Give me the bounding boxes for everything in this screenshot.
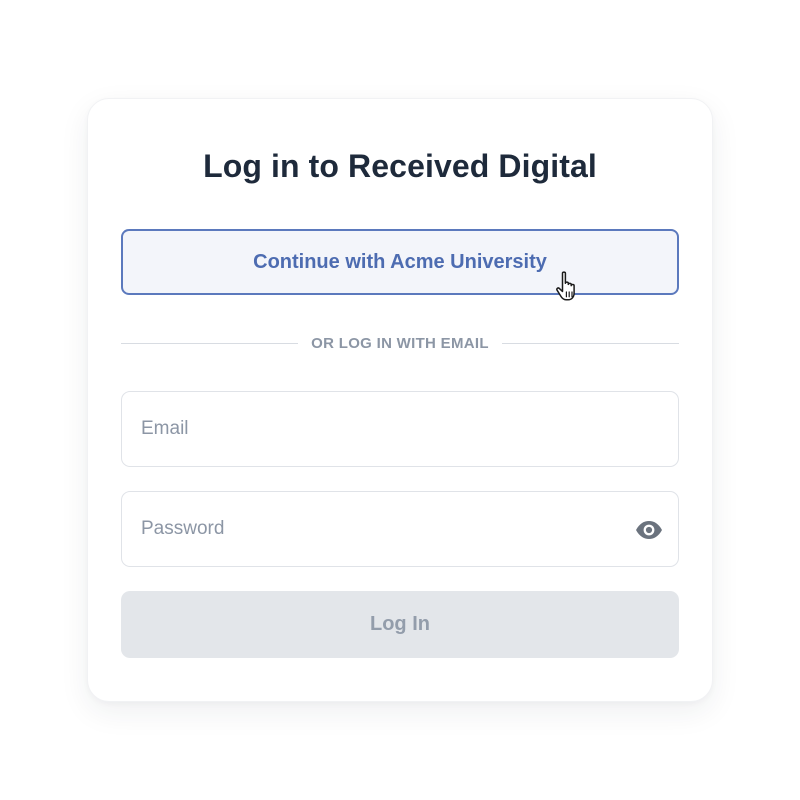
divider-line-left <box>121 342 299 344</box>
page-title: Log in to Received Digital <box>203 148 597 184</box>
email-field-wrapper <box>121 391 679 467</box>
divider-text: OR LOG IN WITH EMAIL <box>311 334 489 352</box>
hand-pointer-cursor-icon <box>556 271 575 301</box>
email-input[interactable] <box>122 392 678 466</box>
sso-login-button[interactable]: Continue with Acme University <box>121 229 679 295</box>
eye-icon <box>636 521 662 539</box>
divider-line-right <box>501 342 679 344</box>
email-divider: OR LOG IN WITH EMAIL <box>121 331 679 355</box>
password-input[interactable] <box>122 492 678 566</box>
password-field-wrapper <box>121 491 679 567</box>
login-submit-label: Log In <box>370 613 430 635</box>
login-submit-button[interactable]: Log In <box>121 591 679 658</box>
show-password-toggle[interactable] <box>634 516 664 544</box>
sso-login-button-label: Continue with Acme University <box>253 250 547 273</box>
